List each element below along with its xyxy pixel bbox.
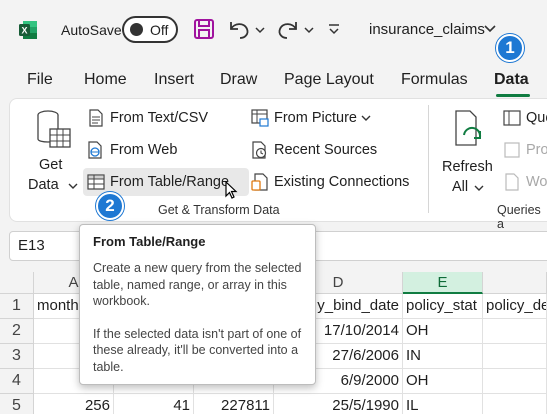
get-data-button[interactable]: Get Data [24,105,80,195]
from-table-range-label: From Table/Range [110,174,230,190]
from-picture-button[interactable]: From Picture [250,105,371,131]
title-bar: X AutoSave Off insurance_claims [0,0,547,62]
select-all-corner[interactable] [0,272,34,294]
from-web-button[interactable]: From Web [86,137,177,163]
tab-insert[interactable]: Insert [154,71,194,89]
cell-e1[interactable]: policy_stat [403,294,483,319]
excel-logo-icon: X [19,21,37,39]
properties-label: Pro [526,142,547,158]
cell-a5[interactable]: 256 [34,394,114,414]
group-label-queries: Queries a [497,203,541,231]
refresh-icon [455,110,482,146]
group-label-get-transform: Get & Transform Data [158,203,280,217]
row-header[interactable]: 4 [0,369,34,394]
step-badge-2: 2 [96,192,124,220]
queries-connections-button[interactable]: Que [502,105,547,131]
mouse-cursor-icon [225,181,238,199]
web-page-icon [86,140,106,160]
tab-formulas[interactable]: Formulas [401,71,468,89]
tooltip-paragraph: If the selected data isn't part of one o… [93,326,302,374]
queries-icon [502,108,522,128]
workbook-links-button[interactable]: Wo [502,169,547,195]
get-data-label-1: Get [39,157,63,173]
picture-table-icon [250,108,270,128]
cell-e5[interactable]: IL [403,394,483,414]
cell-c5[interactable]: 227811 [194,394,274,414]
text-file-icon [86,108,106,128]
tooltip-paragraph: Create a new query from the selected tab… [93,261,302,308]
toggle-state-label: Off [150,22,169,38]
svg-text:X: X [21,26,27,36]
column-header-f[interactable] [483,272,547,294]
recent-sources-icon [250,140,270,160]
autosave-label: AutoSave [61,22,122,38]
existing-connections-label: Existing Connections [274,174,410,190]
step-badge-1: 1 [496,34,524,62]
document-title[interactable]: insurance_claims [369,21,485,38]
properties-button[interactable]: Pro [502,137,547,163]
existing-connections-button[interactable]: Existing Connections [250,169,409,195]
table-icon [86,172,106,192]
tab-draw[interactable]: Draw [220,71,257,89]
tooltip-title: From Table/Range [93,234,206,249]
from-picture-label: From Picture [274,110,357,126]
recent-sources-button[interactable]: Recent Sources [250,137,377,163]
workbook-links-icon [502,172,522,192]
tab-page-layout[interactable]: Page Layout [284,71,374,89]
cell-e3[interactable]: IN [403,344,483,369]
redo-icon[interactable] [275,16,315,42]
recent-sources-label: Recent Sources [274,142,378,158]
ribbon-panel: Get Data From Text/CSV From Web From Tab… [9,98,547,231]
column-header-e[interactable]: E [403,272,483,294]
queries-label: Que [526,110,547,126]
customize-toolbar-icon[interactable] [324,16,344,42]
chevron-down-icon [68,183,78,189]
chevron-down-icon [474,185,484,191]
formula-bar[interactable] [310,231,547,261]
autosave-toggle[interactable]: Off [122,16,178,43]
chevron-down-icon[interactable] [483,24,497,34]
tooltip-from-table-range: From Table/Range Create a new query from… [79,224,316,385]
row-header[interactable]: 1 [0,294,34,319]
refresh-all-button[interactable]: Refresh All [438,105,498,195]
row-header[interactable]: 2 [0,319,34,344]
cell-e2[interactable]: OH [403,319,483,344]
tab-data[interactable]: Data [494,71,529,89]
cell-b5[interactable]: 41 [114,394,194,414]
tab-file[interactable]: File [27,71,53,89]
cell-f4[interactable] [483,369,547,394]
row-header[interactable]: 5 [0,394,34,414]
undo-icon[interactable] [226,16,266,42]
active-tab-indicator [496,94,530,97]
tooltip-body: Create a new query from the selected tab… [93,260,302,375]
from-text-csv-button[interactable]: From Text/CSV [86,105,208,131]
ribbon-tabs: File Home Insert Draw Page Layout Formul… [0,62,547,96]
tab-home[interactable]: Home [84,71,127,89]
chevron-down-icon [361,115,371,121]
connections-icon [250,172,270,192]
database-icon [37,110,71,148]
cell-f2[interactable] [483,319,547,344]
cell-f5[interactable] [483,394,547,414]
from-text-csv-label: From Text/CSV [110,110,209,126]
save-icon[interactable] [191,16,217,42]
cell-f3[interactable] [483,344,547,369]
from-web-label: From Web [110,142,178,158]
refresh-label-2: All [452,179,469,195]
row-header[interactable]: 3 [0,344,34,369]
workbook-links-label: Wo [526,174,547,190]
properties-icon [502,140,522,160]
cell-f1[interactable]: policy_de [483,294,547,319]
toggle-knob [130,23,143,36]
get-data-label-2: Data [28,177,59,193]
cell-d5[interactable]: 25/5/1990 [274,394,403,414]
refresh-label-1: Refresh [442,159,493,175]
cell-e4[interactable]: OH [403,369,483,394]
group-separator [428,105,429,213]
